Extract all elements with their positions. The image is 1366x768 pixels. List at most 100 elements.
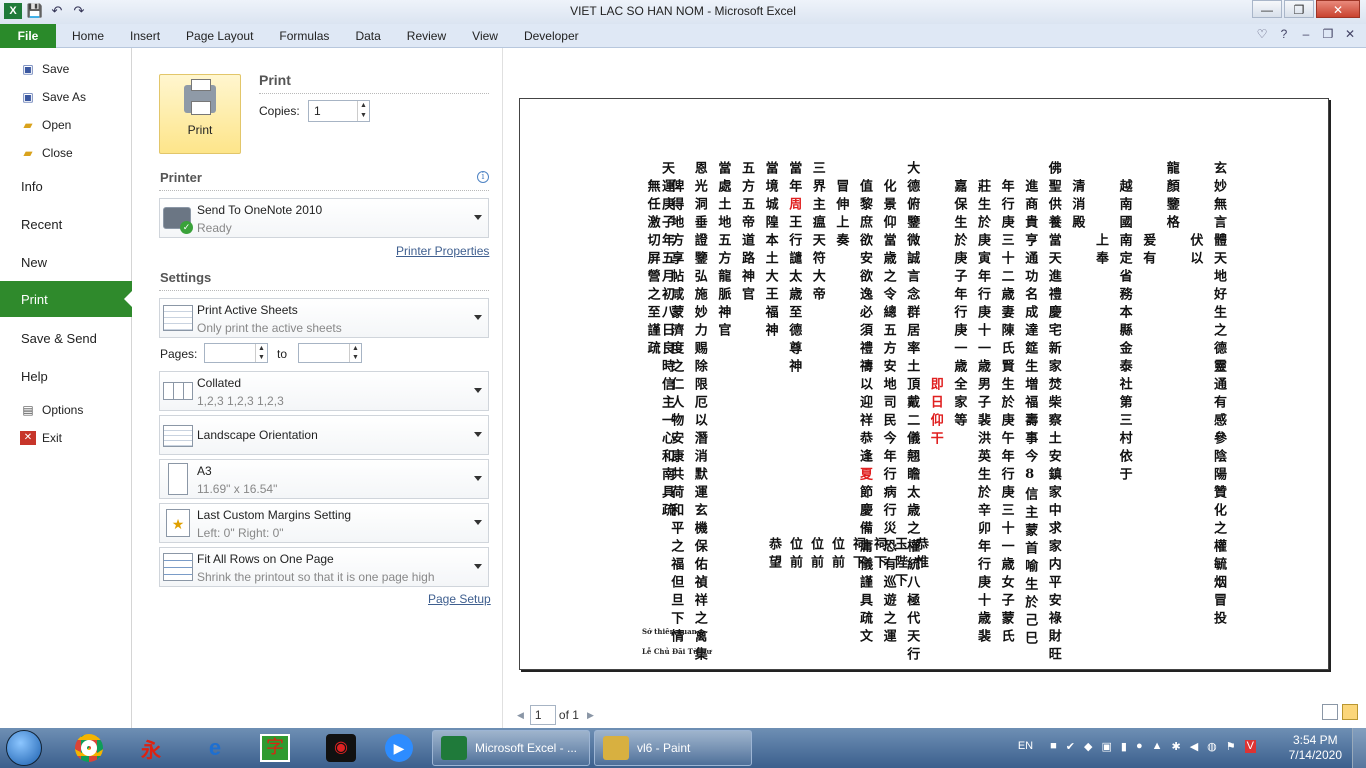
nav-exit[interactable]: ✕ Exit bbox=[0, 430, 132, 446]
options-icon: ▤ bbox=[22, 403, 34, 417]
settings-heading: Settings bbox=[160, 270, 212, 285]
print-what-dropdown[interactable]: Print Active Sheets Only print the activ… bbox=[159, 298, 489, 338]
chrome-icon[interactable] bbox=[64, 731, 114, 765]
start-button[interactable] bbox=[6, 730, 42, 766]
previous-page-icon[interactable]: ◀ bbox=[517, 710, 524, 721]
collated-title: Collated bbox=[197, 376, 242, 390]
divider bbox=[259, 93, 489, 94]
han-dictionary-icon[interactable]: 永 bbox=[126, 731, 176, 765]
tab-review[interactable]: Review bbox=[407, 24, 446, 48]
minimize-button[interactable]: — bbox=[1252, 0, 1282, 18]
tray-shield-icon[interactable]: ✔ bbox=[1066, 740, 1075, 753]
divider bbox=[159, 190, 489, 191]
nav-save[interactable]: ▣ Save bbox=[0, 61, 132, 77]
nav-print[interactable]: Print bbox=[0, 281, 133, 317]
nav-help[interactable]: Help bbox=[0, 366, 132, 386]
paper-size-dropdown[interactable]: A3 11.69" x 16.54" bbox=[159, 459, 489, 499]
tab-view[interactable]: View bbox=[472, 24, 498, 48]
language-indicator[interactable]: EN bbox=[1018, 740, 1033, 753]
chevron-down-icon bbox=[474, 215, 482, 220]
document-column: 恩光洞垂證鑒弘施妙力赐除限厄以潛消默運玄機保佑禎祥之禽集 bbox=[691, 161, 707, 665]
document-column: 嘉保生於庚子年行庚一歳全家等 bbox=[951, 179, 967, 431]
pages-label: Pages: bbox=[160, 347, 198, 361]
zoom-to-page-icon[interactable] bbox=[1342, 704, 1358, 720]
zoom-icon[interactable]: ▶ bbox=[374, 731, 424, 765]
tab-developer[interactable]: Developer bbox=[524, 24, 579, 48]
document-column: 越南國南定省務本縣金泰社第三村依于 bbox=[1116, 179, 1132, 485]
taskbar-paint-button[interactable]: vl6 - Paint bbox=[594, 730, 752, 766]
tray-app3-icon[interactable]: ▲ bbox=[1152, 740, 1163, 753]
margins-dropdown[interactable]: ★ Last Custom Margins Setting Left: 0" R… bbox=[159, 503, 489, 543]
close-window-button[interactable]: ✕ bbox=[1316, 0, 1360, 18]
printer-heading: Printer bbox=[160, 170, 202, 185]
next-page-icon[interactable]: ▶ bbox=[587, 710, 594, 721]
tray-app2-icon[interactable]: ● bbox=[1136, 740, 1143, 753]
tab-page-layout[interactable]: Page Layout bbox=[186, 24, 253, 48]
show-margins-icon[interactable] bbox=[1322, 704, 1338, 720]
printer-dropdown[interactable]: ✓ Send To OneNote 2010 Ready bbox=[159, 198, 489, 238]
printer-properties-link[interactable]: Printer Properties bbox=[396, 244, 489, 258]
pages-from-spinner[interactable]: ▲ ▼ bbox=[255, 344, 267, 362]
scaling-dropdown[interactable]: Fit All Rows on One Page Shrink the prin… bbox=[159, 547, 489, 587]
tray-network-icon[interactable]: ▮ bbox=[1121, 740, 1127, 753]
document-column: 龍顏鑒格 bbox=[1163, 161, 1179, 233]
print-button[interactable]: Print bbox=[159, 74, 241, 154]
nav-close[interactable]: ▰ Close bbox=[0, 145, 132, 161]
orientation-dropdown[interactable]: Landscape Orientation bbox=[159, 415, 489, 455]
tray-app5-icon[interactable]: V bbox=[1244, 740, 1256, 753]
nav-save-as[interactable]: ▣ Save As bbox=[0, 89, 132, 105]
han-nom-tool-icon[interactable]: 字 bbox=[250, 731, 300, 765]
tab-insert[interactable]: Insert bbox=[130, 24, 160, 48]
nav-save-send[interactable]: Save & Send bbox=[0, 328, 132, 348]
internet-explorer-icon[interactable]: e bbox=[190, 731, 240, 765]
file-tab[interactable]: File bbox=[0, 24, 56, 48]
sheets-icon bbox=[163, 305, 193, 331]
clock[interactable]: 3:54 PM 7/14/2020 bbox=[1289, 733, 1342, 763]
document-column: 玄妙無言體天地好生之德靈通有感參陰陽贊化之權毓烟冒投 bbox=[1211, 161, 1226, 629]
info-icon[interactable]: i bbox=[477, 171, 489, 183]
bluetooth-icon[interactable]: ✱ bbox=[1171, 740, 1180, 753]
taskbar-paint-label: vl6 - Paint bbox=[637, 741, 691, 755]
tray-app-icon[interactable]: ■ bbox=[1050, 740, 1057, 753]
flag-icon[interactable]: ⚑ bbox=[1226, 740, 1236, 753]
document-lower-entry: 祠下 bbox=[871, 537, 886, 573]
show-desktop-button[interactable] bbox=[1352, 728, 1366, 768]
ribbon-collapse-icon[interactable]: ♡ bbox=[1254, 27, 1270, 41]
collation-dropdown[interactable]: Collated 1,2,3 1,2,3 1,2,3 bbox=[159, 371, 489, 411]
document-column: 年行庚三十二歳妻陳氏賢生於庚午年行庚三十一歳女子蒙氏 bbox=[998, 179, 1014, 647]
tab-formulas[interactable]: Formulas bbox=[279, 24, 329, 48]
nav-options[interactable]: ▤ Options bbox=[0, 402, 132, 418]
app-red-icon[interactable]: ◉ bbox=[316, 731, 366, 765]
doc-restore-icon[interactable]: ❐ bbox=[1320, 27, 1336, 41]
page-setup-link[interactable]: Page Setup bbox=[428, 592, 491, 606]
taskbar-excel-button[interactable]: Microsoft Excel - ... bbox=[432, 730, 590, 766]
page-number-input[interactable]: 1 bbox=[529, 705, 556, 725]
volume-icon[interactable]: ◀ bbox=[1190, 740, 1198, 753]
tray-device-icon[interactable]: ▣ bbox=[1101, 740, 1111, 753]
document-column: 伏以 bbox=[1187, 233, 1203, 269]
doc-close-icon[interactable]: ✕ bbox=[1342, 27, 1358, 41]
pages-to-input[interactable]: ▲ ▼ bbox=[298, 343, 362, 363]
maximize-button[interactable]: ❐ bbox=[1284, 0, 1314, 18]
nav-recent[interactable]: Recent bbox=[0, 214, 132, 234]
tray-app4-icon[interactable]: ◍ bbox=[1207, 740, 1217, 753]
tab-home[interactable]: Home bbox=[72, 24, 104, 48]
copies-input[interactable]: 1 ▲ ▼ bbox=[308, 100, 370, 122]
paper-desc: 11.69" x 16.54" bbox=[197, 482, 278, 496]
copies-spinner[interactable]: ▲ ▼ bbox=[357, 101, 369, 121]
pages-to-spinner[interactable]: ▲ ▼ bbox=[349, 344, 361, 362]
tray-update-icon[interactable]: ◆ bbox=[1084, 740, 1092, 753]
pages-from-input[interactable]: ▲ ▼ bbox=[204, 343, 268, 363]
divider bbox=[159, 290, 489, 291]
save-as-icon: ▣ bbox=[22, 90, 34, 104]
help-icon[interactable]: ? bbox=[1276, 27, 1292, 41]
nav-info[interactable]: Info bbox=[0, 176, 132, 196]
nav-open[interactable]: ▰ Open bbox=[0, 117, 132, 133]
collated-icon bbox=[163, 382, 193, 400]
clock-time: 3:54 PM bbox=[1292, 733, 1338, 747]
scaling-desc: Shrink the printout so that it is one pa… bbox=[197, 570, 435, 584]
doc-minimize-icon[interactable]: – bbox=[1298, 27, 1314, 41]
print-heading: Print bbox=[259, 72, 291, 88]
tab-data[interactable]: Data bbox=[355, 24, 380, 48]
nav-new[interactable]: New bbox=[0, 252, 132, 272]
